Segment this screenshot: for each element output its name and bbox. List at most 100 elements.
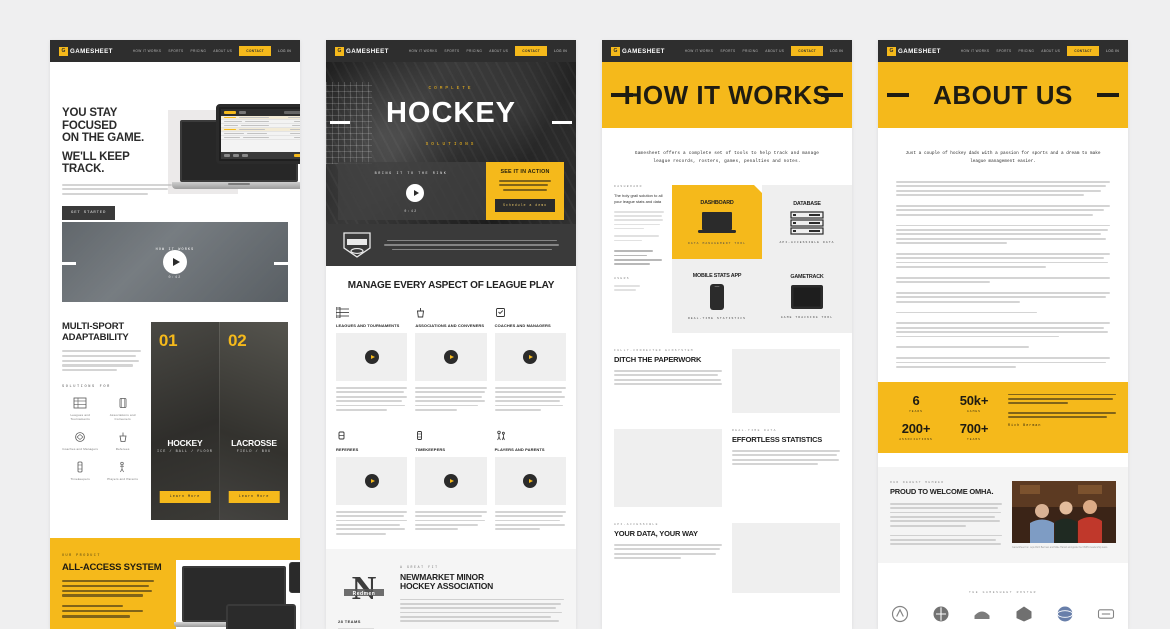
manage-card-body <box>336 387 408 411</box>
nav-link-how-it-works[interactable]: How It Works <box>685 49 714 53</box>
play-icon[interactable] <box>406 184 424 202</box>
nav-link-pricing[interactable]: Pricing <box>1019 49 1035 53</box>
manage-card-body <box>494 387 566 411</box>
play-icon[interactable] <box>523 473 538 488</box>
nav-link-about[interactable]: About Us <box>765 49 784 53</box>
solution-players[interactable]: Players and Parents <box>104 461 140 481</box>
partner-logo-3-icon <box>974 611 990 620</box>
sport-card-button[interactable]: Learn More <box>159 491 211 503</box>
tools-tile-grid[interactable]: DASHBOARD DATA MANAGEMENT TOOL DATABASE … <box>672 185 852 333</box>
nav-link-about[interactable]: About Us <box>213 49 232 53</box>
brand-logo[interactable]: G GAMESHEET <box>335 46 389 56</box>
schedule-demo-button[interactable]: Schedule a demo <box>495 199 555 212</box>
stat-number: 200+ <box>901 420 931 436</box>
manage-card-thumbnail[interactable] <box>494 333 566 381</box>
panel-about-us[interactable]: G GAMESHEET How It Works Sports Pricing … <box>878 40 1128 629</box>
nav-link-sports[interactable]: Sports <box>720 49 735 53</box>
nav-links[interactable]: How It Works Sports Pricing About Us Con… <box>133 46 291 56</box>
nav-link-pricing[interactable]: Pricing <box>467 49 483 53</box>
manage-card-leagues[interactable]: LEAGUES AND TOURNAMENTS <box>336 305 408 411</box>
hero-heading-line2: ON THE GAME. <box>62 132 144 144</box>
solution-coaches[interactable]: Coaches and Managers <box>62 431 98 451</box>
see-it-in-action-box[interactable]: SEE IT IN ACTION Schedule a demo <box>486 162 564 220</box>
solution-players-label: Players and Parents <box>107 477 139 482</box>
nav-link-sports[interactable]: Sports <box>444 49 459 53</box>
site-nav[interactable]: G GAMESHEET How It Works Sports Pricing … <box>878 40 1128 62</box>
sport-card-title: HOCKEY <box>167 438 203 448</box>
site-nav[interactable]: G GAMESHEET How It Works Sports Pricing … <box>50 40 300 62</box>
manage-card-thumbnail[interactable] <box>336 456 408 505</box>
partner-logo-2-icon <box>933 606 949 622</box>
nav-link-sports[interactable]: Sports <box>168 49 183 53</box>
nav-link-pricing[interactable]: Pricing <box>191 49 207 53</box>
panel-how-it-works[interactable]: G GAMESHEET How It Works Sports Pricing … <box>602 40 852 629</box>
manage-card-coaches[interactable]: COACHES AND MANAGERS <box>494 305 566 411</box>
manage-card-timekeepers[interactable]: TIMEKEEPERS <box>415 429 487 535</box>
nav-login-link[interactable]: Log In <box>830 49 843 53</box>
nav-contact-button[interactable]: Contact <box>791 46 824 56</box>
manage-card-thumbnail[interactable] <box>415 333 487 381</box>
nav-login-link[interactable]: Log In <box>278 49 291 53</box>
see-it-in-action-heading: SEE IT IN ACTION <box>500 169 550 175</box>
nav-login-link[interactable]: Log In <box>1106 49 1119 53</box>
nav-link-how-it-works[interactable]: How It Works <box>133 49 162 53</box>
tool-tile-title: MOBILE STATS APP <box>692 272 742 279</box>
site-nav[interactable]: G GAMESHEET How It Works Sports Pricing … <box>602 40 852 62</box>
nav-link-about[interactable]: About Us <box>489 49 508 53</box>
sport-card-hockey[interactable]: 01 HOCKEY ICE / BALL / FLOOR Learn More <box>150 322 219 520</box>
solution-timekeepers[interactable]: Timekeepers <box>62 461 98 481</box>
tools-sidebar-lead: The holy grail solution to all your leag… <box>614 193 663 204</box>
play-icon[interactable] <box>523 350 538 364</box>
video-duration: 0:42 <box>168 276 182 280</box>
hero-video-band[interactable]: BRING IT TO THE RINK 0:42 SEE IT IN ACTI… <box>338 162 564 220</box>
nav-contact-button[interactable]: Contact <box>1067 46 1100 56</box>
nav-link-pricing[interactable]: Pricing <box>743 49 759 53</box>
play-icon[interactable] <box>364 473 379 488</box>
get-started-button[interactable]: Get Started <box>62 206 116 221</box>
nav-links[interactable]: How It Works Sports Pricing About Us Con… <box>961 46 1119 56</box>
nav-link-about[interactable]: About Us <box>1041 49 1060 53</box>
solution-associations[interactable]: Associations and Conveners <box>104 397 140 421</box>
tool-tile-caption: GAME TRACKING TOOL <box>780 315 834 319</box>
panel-sports[interactable]: G GAMESHEET How It Works Sports Pricing … <box>326 40 576 629</box>
manage-card-associations[interactable]: ASSOCIATIONS AND CONVENERS <box>415 305 487 411</box>
brand-logo[interactable]: G GAMESHEET <box>59 46 113 56</box>
panel-home[interactable]: G GAMESHEET How It Works Sports Pricing … <box>50 40 300 629</box>
nav-link-how-it-works[interactable]: How It Works <box>409 49 438 53</box>
play-icon[interactable] <box>364 350 379 364</box>
nav-contact-button[interactable]: Contact <box>515 46 548 56</box>
tool-tile-database[interactable]: DATABASE API-ACCESSIBLE DATA <box>762 185 852 259</box>
nav-login-link[interactable]: Log In <box>554 49 567 53</box>
home-video-player[interactable]: HOW IT WORKS 0:42 <box>62 222 288 302</box>
manage-card-thumbnail[interactable] <box>336 333 408 381</box>
sport-card-lacrosse[interactable]: 02 LACROSSE FIELD / BOX Learn More <box>218 322 288 520</box>
manage-card-thumbnail[interactable] <box>415 456 487 505</box>
play-icon[interactable] <box>443 473 458 488</box>
feature-row-kicker: API-ACCESSIBLE <box>614 523 659 526</box>
nav-links[interactable]: How It Works Sports Pricing About Us Con… <box>685 46 843 56</box>
nav-link-how-it-works[interactable]: How It Works <box>961 49 990 53</box>
play-icon[interactable] <box>163 250 187 274</box>
nav-links[interactable]: How It Works Sports Pricing About Us Con… <box>409 46 567 56</box>
nmha-kicker: A GREAT FIT <box>400 564 439 569</box>
tool-tile-gametrack[interactable]: GAMETRACK GAME TRACKING TOOL <box>762 259 852 333</box>
sport-cards[interactable]: 01 HOCKEY ICE / BALL / FLOOR Learn More … <box>150 322 288 520</box>
nav-contact-button[interactable]: Contact <box>239 46 272 56</box>
screenshot-canvas: G GAMESHEET How It Works Sports Pricing … <box>0 0 1170 629</box>
manage-card-title: LEAGUES AND TOURNAMENTS <box>336 323 400 328</box>
manage-card-players[interactable]: PLAYERS AND PARENTS <box>494 429 566 535</box>
tool-tile-dashboard[interactable]: DASHBOARD DATA MANAGEMENT TOOL <box>672 185 762 259</box>
nav-link-sports[interactable]: Sports <box>996 49 1011 53</box>
solution-referees[interactable]: Referees <box>104 431 140 451</box>
site-nav[interactable]: G GAMESHEET How It Works Sports Pricing … <box>326 40 576 62</box>
manage-card-referees[interactable]: REFEREES <box>336 429 408 535</box>
banner-rule-left <box>887 93 909 97</box>
sport-card-button[interactable]: Learn More <box>228 491 280 503</box>
brand-logo[interactable]: G GAMESHEET <box>611 46 665 56</box>
solution-referees-label: Referees <box>115 447 130 452</box>
tool-tile-mobile-stats[interactable]: MOBILE STATS APP REAL-TIME STATISTICS <box>672 259 762 333</box>
manage-card-thumbnail[interactable] <box>494 456 566 505</box>
solution-leagues[interactable]: Leagues and Tournaments <box>62 397 98 421</box>
play-icon[interactable] <box>443 350 458 364</box>
brand-logo[interactable]: G GAMESHEET <box>887 46 941 56</box>
